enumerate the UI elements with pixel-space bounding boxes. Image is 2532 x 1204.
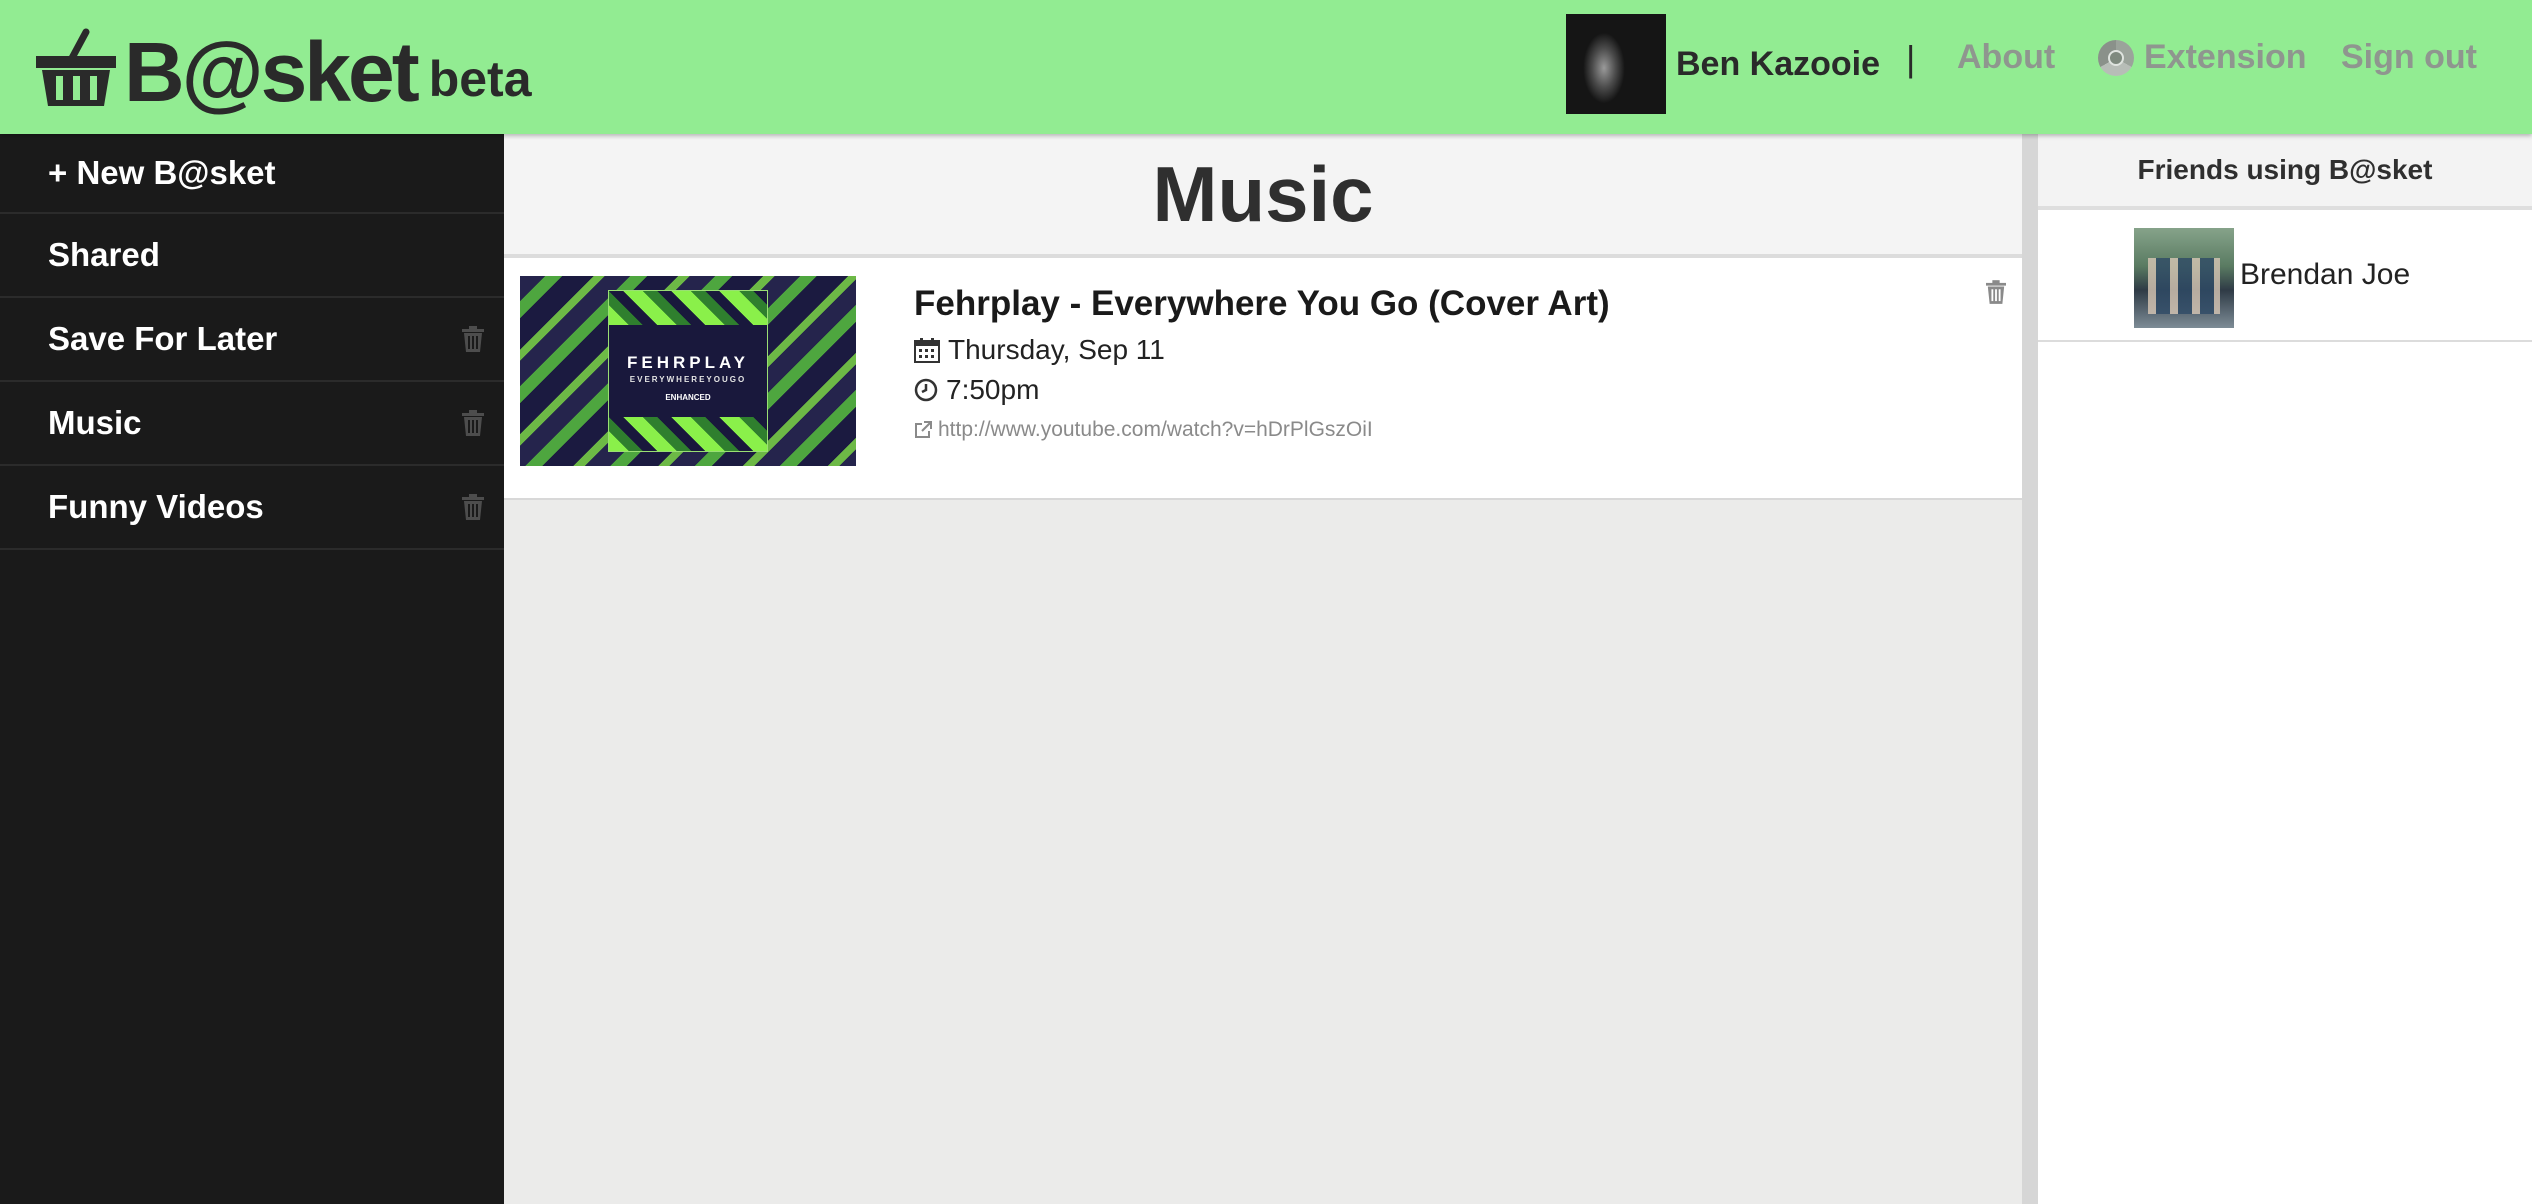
list-item[interactable]: FEHRPLAY EVERYWHEREYOUGO ENHANCED Fehrpl…	[504, 258, 2022, 500]
user-avatar[interactable]	[1566, 14, 1666, 114]
nav-separator: |	[1906, 38, 1916, 79]
chrome-icon	[2098, 39, 2134, 76]
item-date: Thursday, Sep 11	[914, 334, 1165, 366]
trash-icon[interactable]	[1986, 280, 2006, 304]
user-profile[interactable]: Ben Kazooie	[1566, 14, 1880, 114]
cover-art: FEHRPLAY EVERYWHEREYOUGO ENHANCED	[608, 290, 768, 452]
beta-label: beta	[428, 51, 532, 107]
basket-icon	[36, 28, 116, 106]
item-link[interactable]: http://www.youtube.com/watch?v=hDrPlGszO…	[914, 418, 1373, 442]
trash-icon[interactable]	[462, 494, 484, 520]
main-content: Music FEHRPLAY EVERYWHEREYOUGO ENHANCED …	[504, 134, 2022, 1204]
sidebar-item-music[interactable]: Music	[0, 382, 504, 466]
external-link-icon	[915, 421, 932, 438]
sidebar-item-save-for-later[interactable]: Save For Later	[0, 298, 504, 382]
cover-art-label: ENHANCED	[665, 393, 711, 402]
top-bar: B@sket beta Ben Kazooie | About Extensio…	[0, 0, 2532, 134]
logo-text: B@sket	[124, 25, 420, 119]
extension-link[interactable]: Extension	[2098, 38, 2306, 77]
logo[interactable]: B@sket beta	[36, 14, 532, 114]
basket-header: Music	[504, 134, 2022, 258]
about-link[interactable]: About	[1957, 38, 2055, 77]
sign-out-link[interactable]: Sign out	[2341, 38, 2477, 77]
sidebar: + New B@sket Shared Save For Later Music…	[0, 134, 504, 1204]
sidebar-item-label: Shared	[48, 236, 160, 273]
item-title[interactable]: Fehrplay - Everywhere You Go (Cover Art)	[914, 284, 1610, 324]
video-thumbnail[interactable]: FEHRPLAY EVERYWHEREYOUGO ENHANCED	[520, 276, 856, 466]
friend-item[interactable]: Brendan Joe	[2038, 210, 2532, 342]
sidebar-item-label: Music	[48, 404, 142, 441]
clock-icon	[914, 378, 938, 402]
trash-icon[interactable]	[462, 410, 484, 436]
item-url[interactable]: http://www.youtube.com/watch?v=hDrPlGszO…	[938, 418, 1373, 442]
sidebar-item-label: Funny Videos	[48, 488, 264, 525]
item-time: 7:50pm	[914, 374, 1039, 406]
item-date-text: Thursday, Sep 11	[948, 334, 1165, 365]
cover-art-pattern	[609, 291, 767, 325]
calendar-icon	[914, 338, 940, 363]
sidebar-item-shared[interactable]: Shared	[0, 214, 504, 298]
sidebar-item-label: + New B@sket	[48, 154, 276, 191]
page-title: Music	[1152, 149, 1374, 238]
sidebar-item-label: Save For Later	[48, 320, 278, 357]
sidebar-item-funny-videos[interactable]: Funny Videos	[0, 466, 504, 550]
item-time-text: 7:50pm	[946, 374, 1040, 405]
friends-panel-title: Friends using B@sket	[2038, 134, 2532, 210]
extension-link-label: Extension	[2144, 38, 2307, 76]
panel-divider	[2022, 134, 2038, 1204]
trash-icon[interactable]	[462, 326, 484, 352]
user-name[interactable]: Ben Kazooie	[1676, 45, 1880, 84]
cover-art-pattern	[609, 417, 767, 451]
friend-name[interactable]: Brendan Joe	[2240, 258, 2410, 292]
friend-avatar[interactable]	[2134, 228, 2234, 328]
new-basket-button[interactable]: + New B@sket	[0, 134, 504, 214]
cover-art-subtitle: EVERYWHEREYOUGO	[629, 375, 747, 384]
cover-art-title: FEHRPLAY	[626, 353, 750, 372]
friends-panel: Friends using B@sket Brendan Joe	[2038, 134, 2532, 1204]
